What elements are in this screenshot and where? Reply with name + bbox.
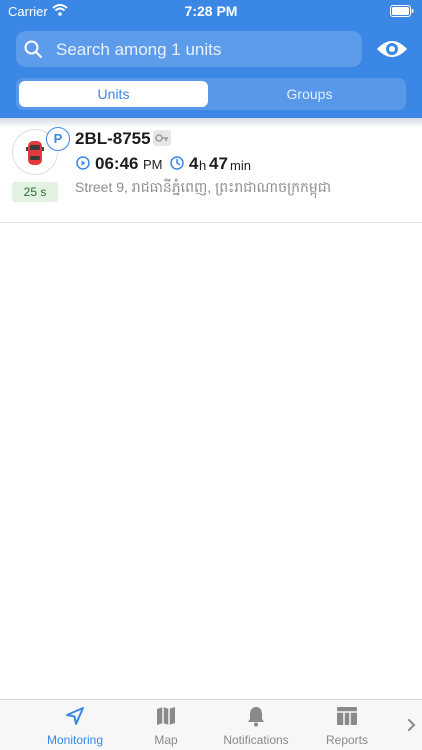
parking-status-badge: P [46,127,70,151]
search-input[interactable]: Search among 1 units [16,31,362,67]
last-message-age-badge: 25 s [12,182,58,202]
last-message-time-suffix: PM [143,157,163,172]
car-icon [26,141,44,165]
chevron-right-icon[interactable] [406,718,416,732]
tab-groups[interactable]: Groups [216,81,403,107]
tab-label: Notifications [223,733,289,747]
header: Carrier 7:28 PM Search among 1 units Uni… [0,0,422,118]
parking-duration-minutes-unit: min [230,158,251,173]
clock-icon [170,156,184,170]
reports-table-icon [337,707,357,725]
tab-label: Reports [325,733,369,747]
parking-duration-hours: 4 [189,154,199,173]
tab-label: Map [154,733,178,747]
units-groups-segmented-control: Units Groups [16,78,406,110]
tab-map[interactable]: Map [121,700,211,750]
tab-notifications[interactable]: Notifications [211,700,301,750]
navigation-arrow-icon [66,707,84,725]
status-time: 7:28 PM [184,3,238,19]
unit-list-item[interactable]: P 25 s 2BL-8755 06:46 PM 4 h 47 min Stre… [0,118,422,223]
tab-monitoring[interactable]: Monitoring [30,700,120,750]
key-icon [153,130,171,146]
bell-icon [248,707,264,727]
last-message-time: 06:46 [95,154,139,173]
map-icon [157,707,175,725]
eye-icon[interactable] [376,36,408,62]
tab-units[interactable]: Units [19,81,208,107]
status-bar: Carrier 7:28 PM [0,0,422,24]
parking-duration-hours-unit: h [199,158,207,173]
search-placeholder: Search among 1 units [56,40,222,59]
battery-icon [390,5,414,17]
header-shadow [0,118,422,128]
tab-label: Monitoring [46,733,104,747]
unit-name: 2BL-8755 [75,129,151,148]
tab-bar: Monitoring Map Notifications Reports [0,699,422,750]
tab-reports[interactable]: Reports [302,700,392,750]
search-icon [24,40,42,58]
unit-address: Street 9, រាជធានីភ្នំពេញ, ព្រះរាជាណាចក្រ… [75,179,332,195]
parking-duration-minutes: 47 [209,154,228,173]
play-circle-icon [76,156,90,170]
